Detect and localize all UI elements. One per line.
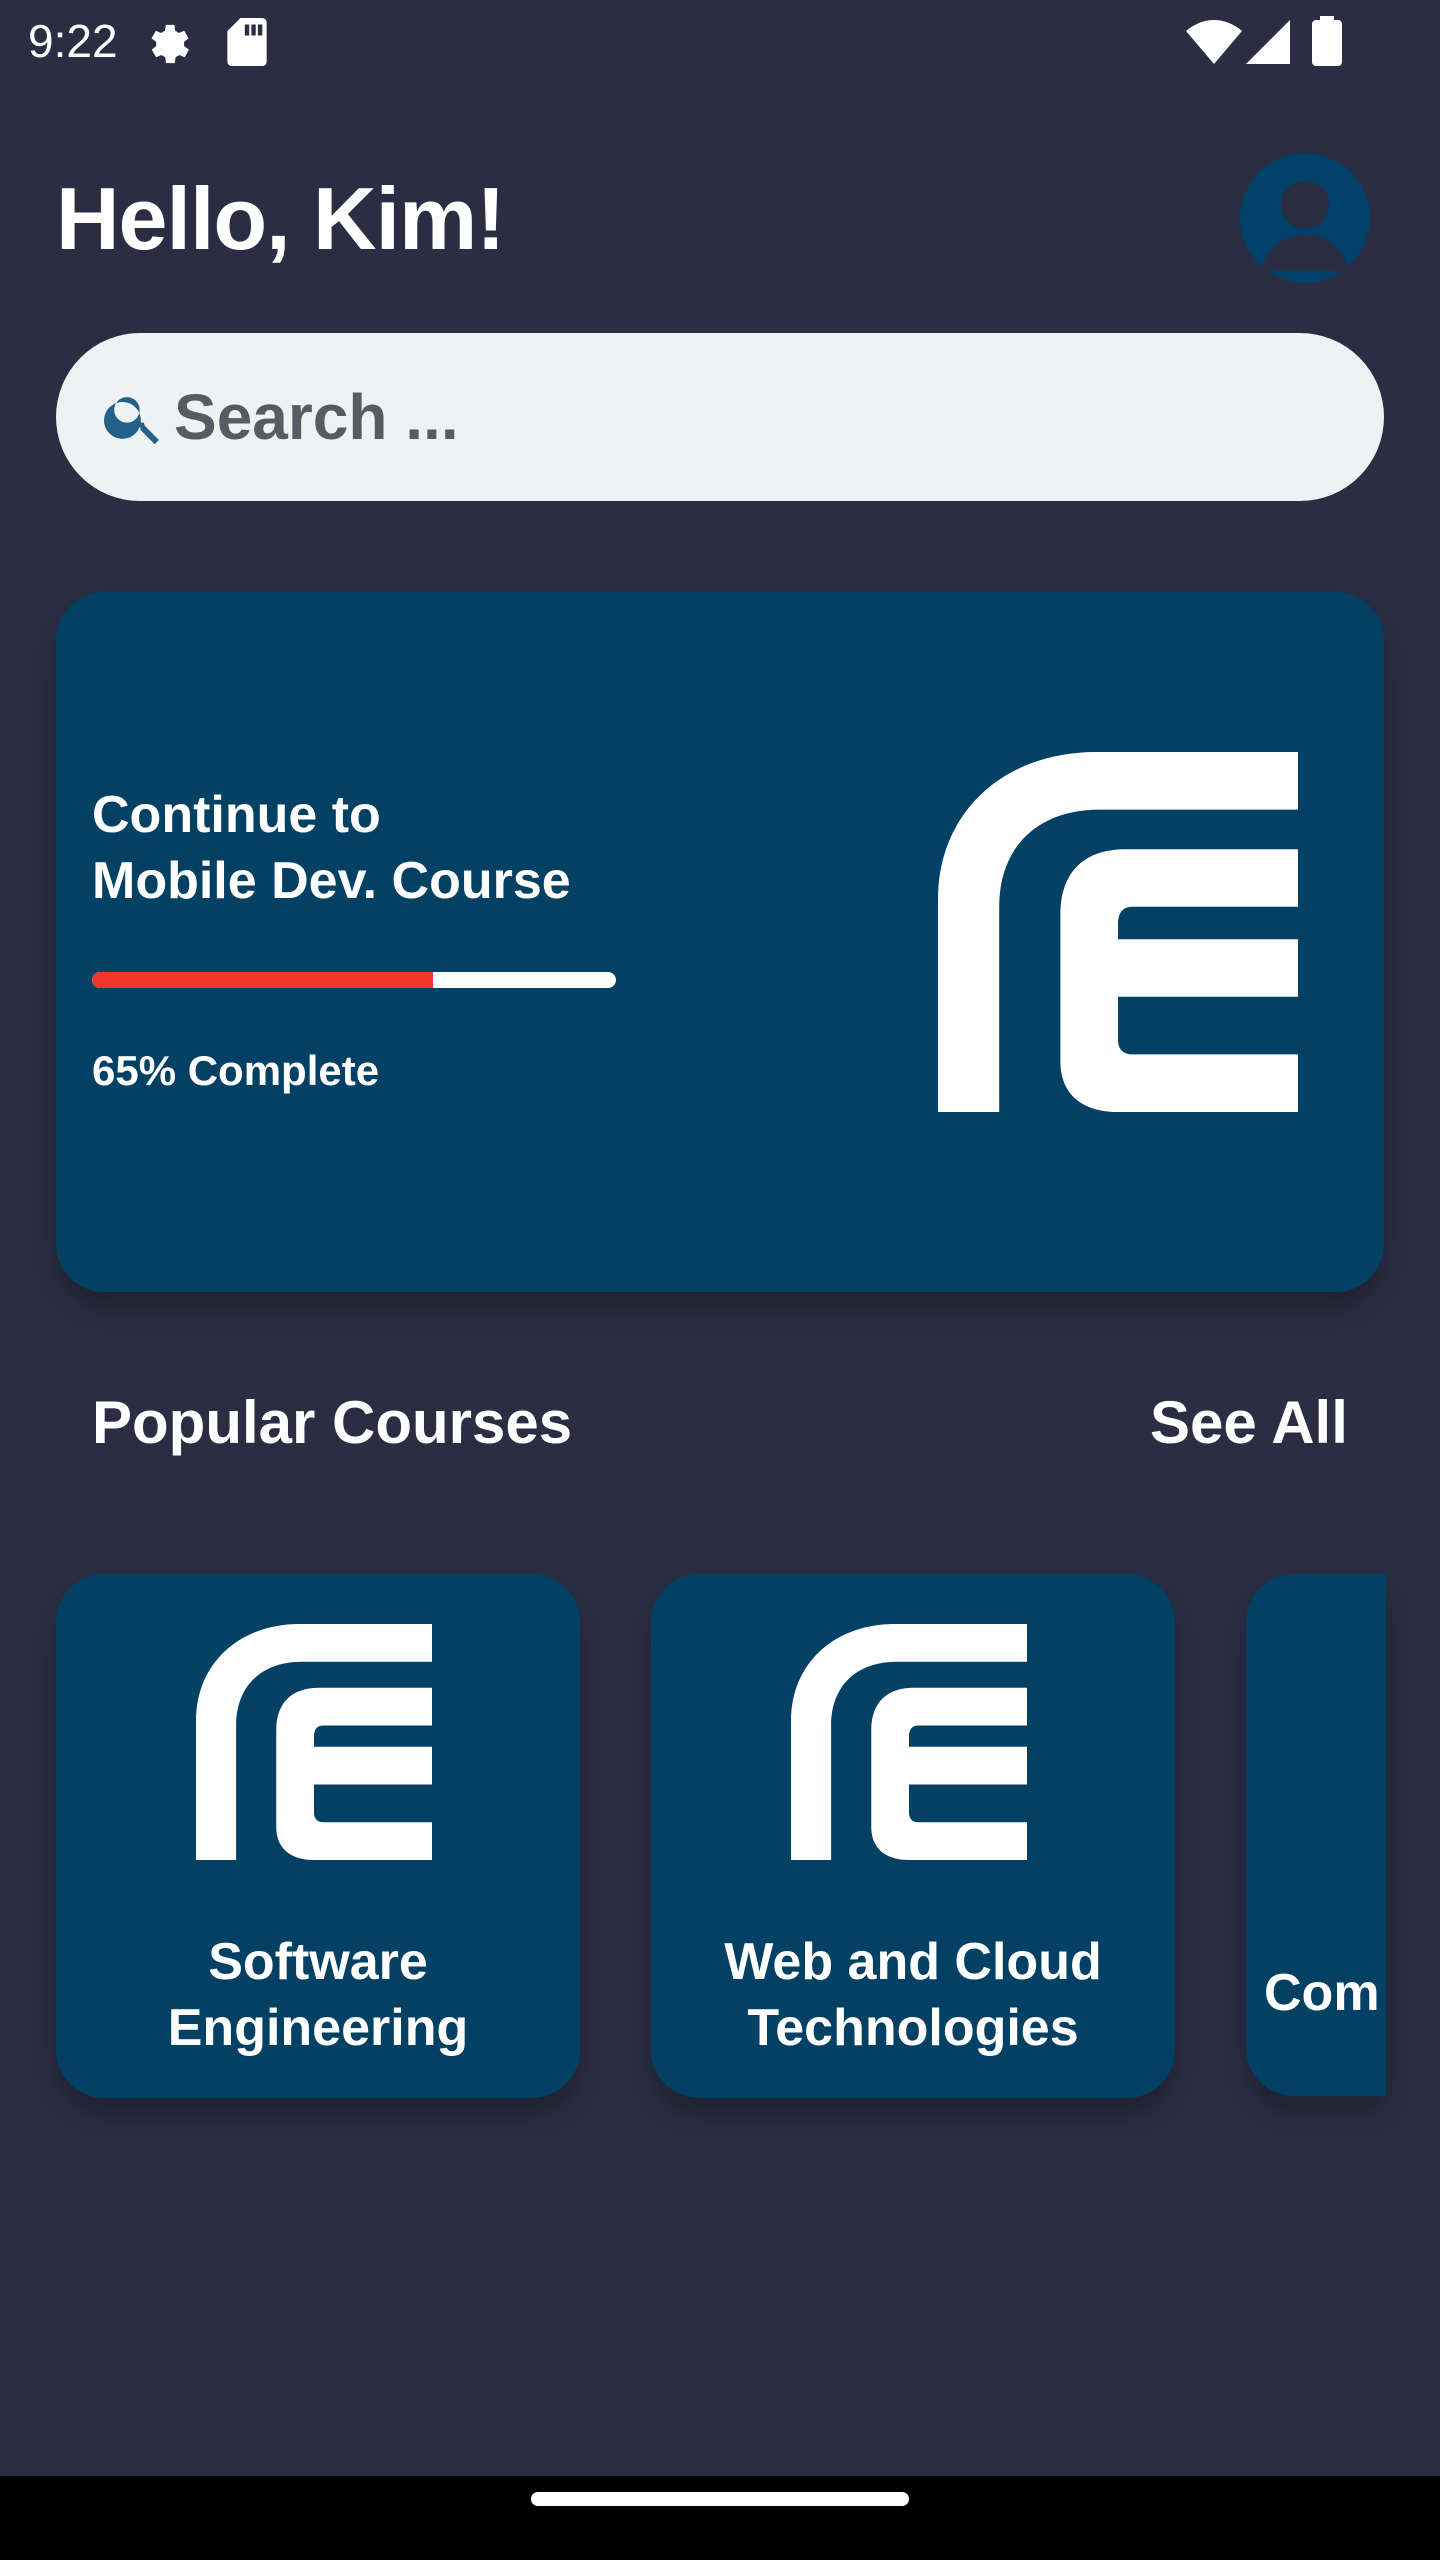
- greeting-title: Hello, Kim!: [56, 169, 506, 268]
- course-logo-icon: [791, 1624, 1027, 1865]
- course-logo-icon: [196, 1624, 432, 1865]
- continue-course-card[interactable]: Continue to Mobile Dev. Course 65% Compl…: [56, 592, 1384, 1292]
- continue-course-title: Continue to Mobile Dev. Course: [92, 786, 571, 910]
- course-card[interactable]: Com: [1246, 1574, 1386, 2096]
- user-avatar-icon[interactable]: [1240, 153, 1370, 283]
- search-icon: [100, 383, 168, 456]
- course-logo-icon: [938, 752, 1298, 1117]
- course-card[interactable]: Web and Cloud Technologies: [651, 1574, 1175, 2098]
- settings-gear-icon: [142, 18, 194, 75]
- course-name: Software Engineering: [167, 1933, 469, 2057]
- battery-icon: [1312, 16, 1342, 71]
- status-time: 9:22: [28, 15, 118, 67]
- home-screen: 9:22 Hello, Kim! Continue to Mobi: [0, 0, 1440, 2560]
- progress-label: 65% Complete: [92, 1047, 380, 1094]
- see-all-link[interactable]: See All: [1150, 1388, 1348, 1457]
- search-bar[interactable]: [56, 333, 1384, 501]
- wifi-icon: [1186, 20, 1242, 69]
- popular-courses-title: Popular Courses: [92, 1389, 573, 1456]
- home-gesture-handle[interactable]: [531, 2492, 909, 2506]
- course-name: Com: [1264, 1964, 1380, 2022]
- course-progress-fill: [92, 972, 433, 988]
- sd-card-icon: [226, 18, 268, 71]
- status-bar: 9:22: [0, 0, 1440, 84]
- cellular-signal-icon: [1246, 20, 1290, 69]
- system-nav-bar: [0, 2476, 1440, 2560]
- course-card[interactable]: Software Engineering: [56, 1574, 580, 2098]
- search-input[interactable]: [174, 373, 1324, 461]
- course-progress-bar: [92, 972, 616, 988]
- course-name: Web and Cloud Technologies: [724, 1933, 1102, 2057]
